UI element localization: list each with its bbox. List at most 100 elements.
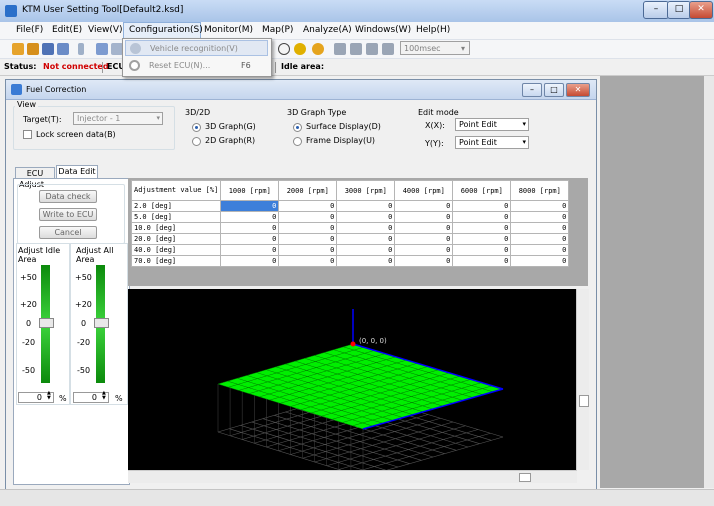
table-cell[interactable]: 0: [278, 233, 338, 245]
adjust-idle-slider-thumb[interactable]: [39, 318, 54, 328]
main-vertical-scrollbar[interactable]: [704, 76, 714, 488]
table-cell[interactable]: 0: [278, 255, 338, 267]
table-cell[interactable]: 0: [220, 233, 280, 245]
menu-item-reset-ecu[interactable]: Reset ECU(N)... F6: [125, 58, 268, 74]
interval-select[interactable]: 100msec ▾: [400, 41, 470, 55]
status-divider-2: [275, 62, 276, 73]
table-cell[interactable]: 0: [336, 233, 396, 245]
menu-help[interactable]: Help(H): [416, 25, 450, 35]
menu-item-vehicle-recognition[interactable]: Vehicle recognition(V): [125, 40, 268, 56]
table-cell[interactable]: 0: [394, 255, 454, 267]
table-cell[interactable]: 0: [336, 211, 396, 223]
table-cell[interactable]: 0: [278, 222, 338, 234]
y-edit-select[interactable]: Point Edit ▾: [455, 136, 529, 149]
target-value: Injector - 1: [77, 114, 121, 123]
open-file-icon[interactable]: [27, 43, 39, 55]
graph-b-icon[interactable]: [350, 43, 362, 55]
table-cell[interactable]: 0: [394, 211, 454, 223]
table-cell[interactable]: 0: [278, 200, 338, 212]
cancel-button[interactable]: Cancel: [39, 226, 97, 239]
table-cell[interactable]: 0: [510, 200, 570, 212]
radio-surface-display[interactable]: [293, 123, 302, 132]
table-cell[interactable]: 0: [510, 255, 570, 267]
adjust-all-slider-thumb[interactable]: [94, 318, 109, 328]
title-bar[interactable]: KTM User Setting Tool[Default2.ksd] – □ …: [0, 0, 714, 23]
table-cell[interactable]: 0: [452, 222, 512, 234]
fuel-correction-titlebar[interactable]: Fuel Correction – □ ✕: [6, 80, 596, 100]
table-cell[interactable]: 0: [510, 211, 570, 223]
menu-file[interactable]: File(F): [16, 25, 43, 35]
graph-horizontal-scrollbar[interactable]: [128, 470, 577, 483]
table-cell[interactable]: 0: [452, 211, 512, 223]
graph-hscroll-thumb[interactable]: [519, 473, 531, 482]
table-cell[interactable]: 0: [220, 211, 280, 223]
radio-2d-graph[interactable]: [192, 137, 201, 146]
monitor-icon[interactable]: [294, 43, 306, 55]
fuel-close-button[interactable]: ✕: [566, 83, 590, 97]
fuel-maximize-button[interactable]: □: [544, 83, 564, 97]
new-file-icon[interactable]: [12, 43, 24, 55]
idle-scale-0: 0: [26, 319, 32, 328]
reset-ecu-shortcut: F6: [241, 61, 251, 70]
save-as-icon[interactable]: [57, 43, 69, 55]
copy-icon[interactable]: [96, 43, 108, 55]
column-header: 3000 [rpm]: [336, 180, 396, 201]
minimize-button[interactable]: –: [643, 1, 669, 19]
table-cell[interactable]: 0: [394, 222, 454, 234]
mdi-background: [600, 76, 714, 488]
menu-map[interactable]: Map(P): [262, 25, 293, 35]
data-check-button[interactable]: Data check: [39, 190, 97, 203]
save-icon[interactable]: [42, 43, 54, 55]
table-cell[interactable]: 0: [220, 255, 280, 267]
table-cell[interactable]: 0: [336, 244, 396, 256]
tab-data-edit[interactable]: Data Edit: [56, 165, 98, 179]
menu-view[interactable]: View(V): [88, 25, 123, 35]
write-to-ecu-button[interactable]: Write to ECU: [39, 208, 97, 221]
table-cell[interactable]: 0: [510, 222, 570, 234]
maximize-button[interactable]: □: [667, 1, 691, 19]
fuel-map-table[interactable]: Adjustment value [%] 1000 [rpm] 2000 [rp…: [130, 180, 570, 267]
table-cell[interactable]: 0: [394, 200, 454, 212]
close-button[interactable]: ✕: [689, 1, 713, 19]
origin-label: (0, 0, 0): [359, 337, 387, 345]
x-edit-select[interactable]: Point Edit ▾: [455, 118, 529, 131]
idle-scale-50: +50: [20, 273, 37, 282]
target-select[interactable]: Injector - 1 ▾: [73, 112, 163, 125]
spin-down-icon[interactable]: ▼: [47, 396, 51, 401]
fuel-minimize-button[interactable]: –: [522, 83, 542, 97]
table-cell[interactable]: 0: [452, 200, 512, 212]
table-cell[interactable]: 0: [220, 200, 280, 212]
table-cell[interactable]: 0: [336, 222, 396, 234]
menu-configuration[interactable]: Configuration(S): [129, 25, 203, 35]
spin-down-icon[interactable]: ▼: [102, 396, 106, 401]
graph-d-icon[interactable]: [382, 43, 394, 55]
lock-screen-checkbox[interactable]: [23, 130, 32, 139]
radio-frame-display[interactable]: [293, 137, 302, 146]
table-cell[interactable]: 0: [452, 244, 512, 256]
graph-vertical-scrollbar[interactable]: [576, 289, 589, 470]
radio-3d-graph[interactable]: [192, 123, 201, 132]
table-cell[interactable]: 0: [394, 244, 454, 256]
table-cell[interactable]: 0: [336, 255, 396, 267]
clock-icon[interactable]: [278, 43, 290, 55]
record-icon[interactable]: [312, 43, 324, 55]
table-cell[interactable]: 0: [452, 255, 512, 267]
table-cell[interactable]: 0: [220, 222, 280, 234]
graph-vscroll-thumb[interactable]: [579, 395, 589, 407]
menu-edit[interactable]: Edit(E): [52, 25, 82, 35]
menu-windows[interactable]: Windows(W): [355, 25, 411, 35]
row-header: 2.0 [deg]: [130, 200, 222, 212]
graph-a-icon[interactable]: [334, 43, 346, 55]
table-cell[interactable]: 0: [452, 233, 512, 245]
table-cell[interactable]: 0: [220, 244, 280, 256]
menu-analyze[interactable]: Analyze(A): [303, 25, 352, 35]
table-cell[interactable]: 0: [510, 244, 570, 256]
3d-graph-area[interactable]: (0, 0, 0): [128, 289, 577, 478]
menu-monitor[interactable]: Monitor(M): [204, 25, 253, 35]
table-cell[interactable]: 0: [394, 233, 454, 245]
table-cell[interactable]: 0: [336, 200, 396, 212]
graph-c-icon[interactable]: [366, 43, 378, 55]
table-cell[interactable]: 0: [278, 244, 338, 256]
table-cell[interactable]: 0: [278, 211, 338, 223]
table-cell[interactable]: 0: [510, 233, 570, 245]
